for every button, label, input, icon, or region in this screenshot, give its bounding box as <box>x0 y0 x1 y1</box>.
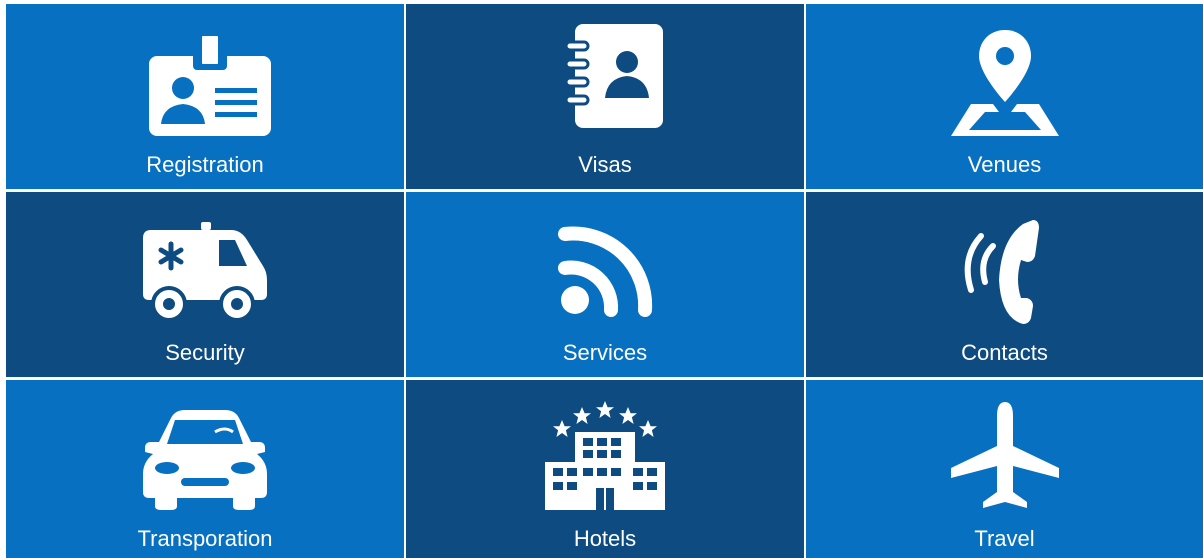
tile-label: Transporation <box>137 526 273 551</box>
tile-label: Contacts <box>961 340 1048 365</box>
tile-contacts[interactable]: Contacts <box>806 192 1203 377</box>
airplane-icon <box>935 398 1075 513</box>
tile-services[interactable]: Services <box>406 192 804 377</box>
services-tile-grid: Registration Visas Venues Security Servi… <box>6 4 1203 558</box>
phone-call-icon <box>935 210 1075 325</box>
tile-travel[interactable]: Travel <box>806 380 1203 558</box>
tile-label: Registration <box>146 152 264 177</box>
tile-transporation[interactable]: Transporation <box>6 380 404 558</box>
tile-security[interactable]: Security <box>6 192 404 377</box>
tile-label: Hotels <box>573 526 637 551</box>
tile-hotels[interactable]: Hotels <box>406 380 804 558</box>
tile-label: Travel <box>974 526 1035 551</box>
ambulance-icon <box>135 210 275 325</box>
tile-label: Venues <box>967 152 1042 177</box>
tile-label: Services <box>562 340 648 365</box>
tile-visas[interactable]: Visas <box>406 4 804 189</box>
tile-venues[interactable]: Venues <box>806 4 1203 189</box>
car-icon <box>135 398 275 513</box>
id-badge-icon <box>135 22 275 137</box>
five-star-hotel-icon <box>535 398 675 513</box>
contact-book-icon <box>535 22 675 137</box>
rss-feed-icon <box>535 210 675 325</box>
tile-label: Security <box>165 340 245 365</box>
tile-label: Visas <box>578 152 632 177</box>
tile-registration[interactable]: Registration <box>6 4 404 189</box>
map-pin-icon <box>935 22 1075 137</box>
